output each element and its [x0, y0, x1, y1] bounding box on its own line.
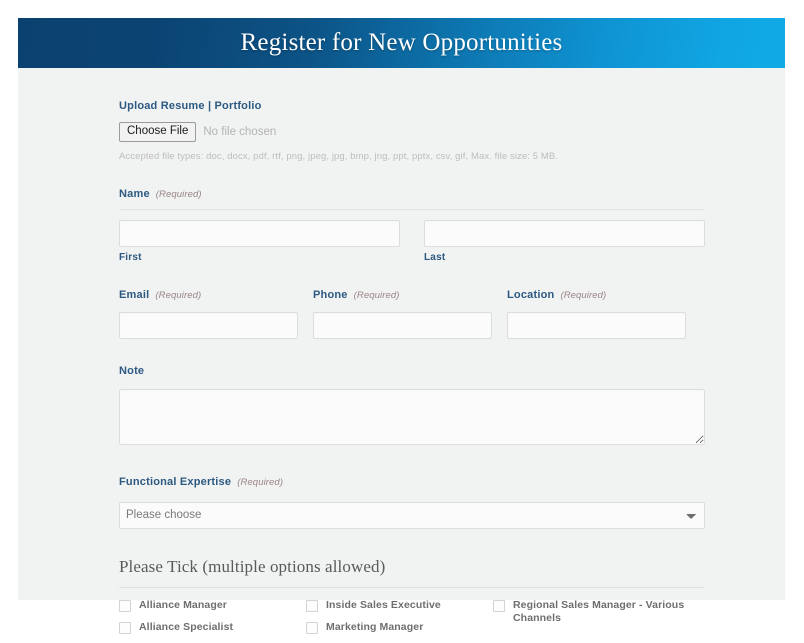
tick-column-2: Inside Sales Executive Marketing Manager: [306, 599, 492, 643]
contact-row: Email (Required) Phone (Required) Locati…: [119, 285, 705, 339]
checkbox-item[interactable]: Alliance Manager: [119, 599, 305, 612]
email-required-flag: (Required): [155, 289, 202, 301]
email-label-row: Email (Required): [119, 285, 298, 303]
functional-expertise-label-row: Functional Expertise (Required): [119, 472, 705, 490]
tick-column-3: Regional Sales Manager - Various Channel…: [493, 599, 693, 643]
file-status-text: No file chosen: [203, 125, 277, 138]
note-label: Note: [119, 364, 145, 377]
checkbox-label: Alliance Manager: [139, 598, 227, 611]
functional-expertise-label: Functional Expertise: [119, 475, 232, 488]
please-tick-columns: Alliance Manager Alliance Specialist Ins…: [119, 599, 705, 643]
last-name-sub-label: Last: [424, 251, 446, 263]
email-input[interactable]: [119, 311, 298, 339]
tick-column-1: Alliance Manager Alliance Specialist: [119, 599, 305, 643]
checkbox-label: Alliance Specialist: [139, 620, 234, 633]
checkbox-box-icon[interactable]: [119, 599, 131, 612]
upload-resume-label: Upload Resume | Portfolio: [119, 100, 262, 112]
location-field: Location (Required): [507, 285, 686, 339]
file-input-row[interactable]: Choose File No file chosen: [119, 122, 705, 142]
checkbox-label: Marketing Manager: [326, 620, 424, 633]
checkbox-box-icon[interactable]: [493, 599, 505, 612]
name-inputs-row: First Last: [119, 219, 705, 263]
name-divider: [119, 208, 705, 210]
location-label-row: Location (Required): [507, 285, 686, 303]
location-label: Location: [507, 288, 555, 301]
location-required-flag: (Required): [560, 289, 607, 301]
phone-label-row: Phone (Required): [313, 285, 492, 303]
please-tick-heading: Please Tick (multiple options allowed): [119, 556, 386, 576]
registration-page: Register for New Opportunities Upload Re…: [0, 0, 804, 634]
checkbox-label: Inside Sales Executive: [326, 598, 441, 611]
page-title: Register for New Opportunities: [240, 29, 563, 56]
email-label: Email: [119, 288, 150, 301]
checkbox-item[interactable]: Regional Sales Manager - Various Channel…: [493, 599, 693, 625]
phone-input[interactable]: [313, 311, 492, 339]
checkbox-item[interactable]: Inside Sales Executive: [306, 599, 492, 612]
last-name-input[interactable]: [424, 219, 705, 247]
form-panel: Upload Resume | Portfolio Choose File No…: [18, 68, 785, 634]
registration-form: Upload Resume | Portfolio Choose File No…: [119, 68, 705, 643]
name-label: Name: [119, 187, 150, 200]
functional-expertise-required-flag: (Required): [237, 476, 284, 488]
choose-file-button[interactable]: Choose File: [119, 122, 197, 142]
checkbox-item[interactable]: Marketing Manager: [306, 621, 492, 634]
note-field: Note: [119, 361, 705, 450]
name-required-flag: (Required): [155, 188, 202, 200]
phone-required-flag: (Required): [353, 289, 400, 301]
name-field: Name (Required) First Last: [119, 184, 705, 263]
checkbox-box-icon[interactable]: [119, 621, 131, 634]
checkbox-item[interactable]: Alliance Specialist: [119, 621, 305, 634]
page-header-banner: Register for New Opportunities: [18, 18, 785, 68]
location-input[interactable]: [507, 311, 686, 339]
functional-expertise-field: Functional Expertise (Required) Please ch…: [119, 472, 705, 529]
accepted-file-types-note: Accepted file types: doc, docx, pdf, rtf…: [119, 150, 559, 162]
name-label-row: Name (Required): [119, 184, 705, 202]
checkbox-box-icon[interactable]: [306, 599, 318, 612]
last-name-group: Last: [424, 219, 705, 263]
checkbox-label: Regional Sales Manager - Various Channel…: [513, 598, 685, 624]
phone-label: Phone: [313, 288, 348, 301]
first-name-sub-label: First: [119, 251, 142, 263]
upload-resume-field: Upload Resume | Portfolio Choose File No…: [119, 96, 705, 162]
phone-field: Phone (Required): [313, 285, 492, 339]
first-name-group: First: [119, 219, 400, 263]
checkbox-box-icon[interactable]: [306, 621, 318, 634]
note-textarea[interactable]: [119, 388, 705, 445]
functional-expertise-select[interactable]: Please choose: [119, 501, 705, 529]
please-tick-divider: [119, 586, 705, 588]
first-name-input[interactable]: [119, 219, 400, 247]
email-field: Email (Required): [119, 285, 298, 339]
